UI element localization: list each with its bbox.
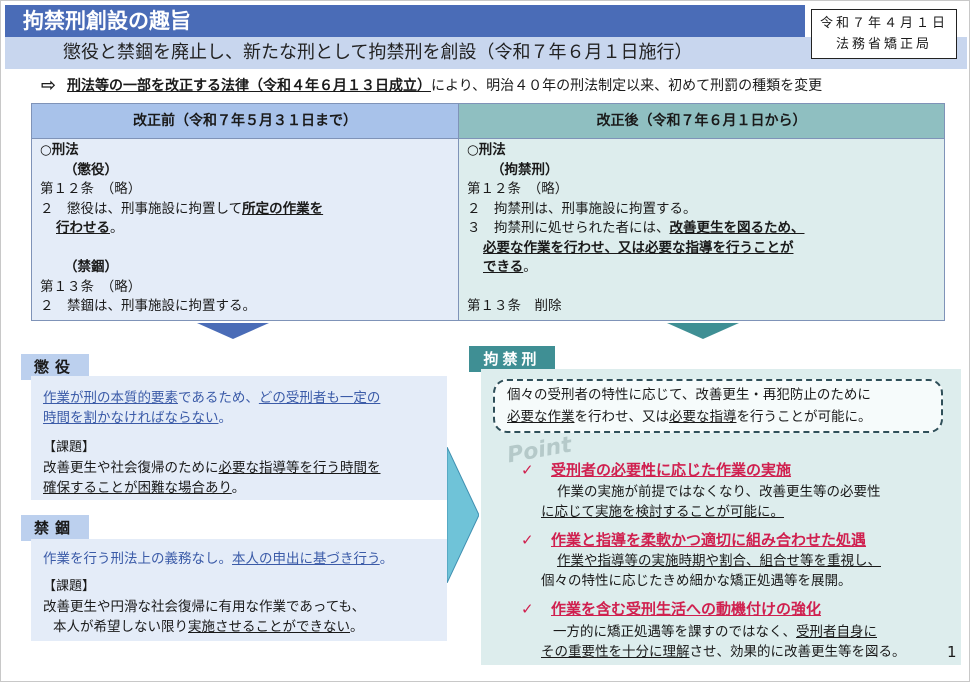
check-icon: ✓ [521, 600, 534, 618]
after-art12: 第１２条 （略） [467, 181, 569, 197]
choueki-text-2: 時間を割かなければならない。 [43, 410, 232, 426]
after-art12-3-end: できる。 [483, 259, 537, 275]
law-summary: ⇨ 刑法等の一部を改正する法律（令和４年６月１３日成立）により、明治４０年の刑法制… [41, 74, 961, 98]
page-number: 1 [947, 643, 957, 661]
choueki-issue-2: 確保することが困難な場合あり。 [43, 480, 246, 496]
point-3-title: ✓ 作業を含む受刑生活への動機付けの強化 [521, 600, 822, 618]
check-icon: ✓ [521, 531, 534, 549]
before-art12-2: ２ 懲役は、刑事施設に拘置して所定の作業を [40, 200, 324, 217]
point-2-text: 作業や指導等の実施時期や割合、組合せ等を重視し、 個々の特性に応じたきめ細かな矯… [541, 553, 881, 589]
choueki-kadai: 【課題】 [43, 440, 96, 455]
before-art12-2-cont: 行わせる。 [56, 220, 124, 236]
after-art12-3: ３ 拘禁刑に処せられた者には、改善更生を図るため、 [467, 220, 805, 236]
page-title: 拘禁刑創設の趣旨 [5, 5, 805, 37]
before-sec-choueki: （懲役） [64, 161, 118, 178]
kokin-summary-2: 必要な作業を行わせ、又は必要な指導を行うことが可能に。 [507, 409, 872, 425]
comparison-table: 改正前（令和７年５月３１日まで） 改正後（令和７年６月１日から） ○刑法 （懲役… [31, 103, 945, 321]
point-1-text: 作業の実施が前提ではなくなり、改善更生等の必要性 に応じて実施を検討することが可… [541, 484, 881, 520]
before-art13-2: ２ 禁錮は、刑事施設に拘置する。 [40, 298, 256, 314]
kinko-box: 作業を行う刑法上の義務なし。本人の申出に基づき行う。 【課題】 改善更生や円滑な… [31, 539, 447, 641]
kokin-summary-1: 個々の受刑者の特性に応じて、改善更生・再犯防止のために [507, 387, 871, 403]
kinko-text: 作業を行う刑法上の義務なし。本人の申出に基づき行う。 [43, 551, 394, 567]
before-art13: 第１３条 （略） [40, 278, 142, 295]
arrow-right-icon: ⇨ [41, 75, 57, 96]
after-art12-2: ２ 拘禁刑は、刑事施設に拘置する。 [467, 200, 697, 217]
right-arrow-icon [447, 447, 479, 583]
after-law: ○刑法 [467, 142, 506, 158]
issuer: 法務省矯正局 [835, 37, 932, 52]
before-sec-kinko: （禁錮） [64, 259, 118, 275]
kinko-issue-1: 改善更生や円滑な社会復帰に有用な作業であっても、 [43, 599, 366, 615]
after-art12-3-cont: 必要な作業を行わせ、又は必要な指導を行うことが [483, 239, 794, 256]
point-3-text: 一方的に矯正処遇等を課すのではなく、受刑者自身に その重要性を十分に理解させ、効… [541, 624, 906, 660]
slide: 拘禁刑創設の趣旨 懲役と禁錮を廃止し、新たな刑として拘禁刑を創設（令和７年６月１… [0, 0, 970, 682]
before-law: ○刑法 [40, 142, 79, 158]
kinko-kadai: 【課題】 [43, 579, 96, 594]
kinko-tag: 禁錮 [21, 515, 89, 541]
after-sec-kokin: （拘禁刑） [491, 161, 559, 178]
issue-date: 令和７年４月１日 [819, 16, 948, 31]
before-art12: 第１２条 （略） [40, 181, 142, 197]
choueki-text-1: 作業が刑の本質的要素であるため、どの受刑者も一定の [43, 390, 381, 406]
after-cell: ○刑法 （拘禁刑） 第１２条 （略） ２ 拘禁刑は、刑事施設に拘置する。 ３ 拘… [458, 138, 944, 320]
point-2-title: ✓ 作業と指導を柔軟かつ適切に組み合わせた処遇 [521, 531, 867, 549]
point-1-title: ✓ 受刑者の必要性に応じた作業の実施 [521, 461, 792, 479]
law-summary-text: により、明治４０年の刑法制定以来、初めて刑罰の種類を変更 [431, 78, 823, 94]
before-cell: ○刑法 （懲役） 第１２条 （略） ２ 懲役は、刑事施設に拘置して所定の作業を … [32, 138, 458, 320]
date-issuer-box: 令和７年４月１日 法務省矯正局 [811, 9, 957, 59]
choueki-box: 作業が刑の本質的要素であるため、どの受刑者も一定の 時間を割かなければならない。… [31, 376, 447, 500]
kinko-issue-2: 本人が希望しない限り実施させることができない。 [53, 619, 364, 635]
down-arrow-left-icon [197, 323, 269, 339]
law-name: 刑法等の一部を改正する法律（令和４年６月１３日成立） [67, 78, 431, 94]
choueki-issue-1: 改善更生や社会復帰のために必要な指導等を行う時間を [43, 460, 381, 476]
after-header: 改正後（令和７年６月１日から） [458, 104, 944, 138]
down-arrow-right-icon [667, 323, 739, 339]
after-art13: 第１３条 削除 [467, 298, 562, 314]
before-header: 改正前（令和７年５月３１日まで） [32, 104, 458, 138]
kokin-summary: 個々の受刑者の特性に応じて、改善更生・再犯防止のために 必要な作業を行わせ、又は… [493, 379, 943, 433]
check-icon: ✓ [521, 461, 534, 479]
